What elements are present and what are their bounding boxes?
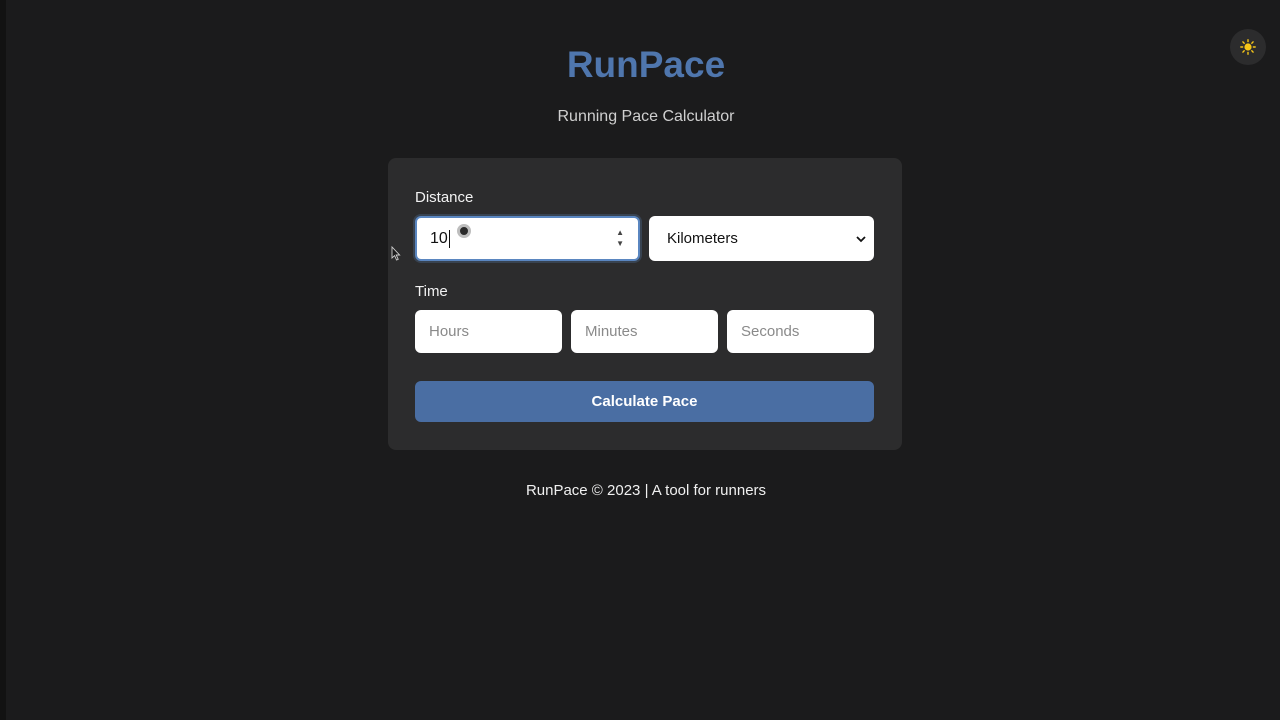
- spinner-up-icon[interactable]: ▲: [616, 229, 624, 237]
- app-subtitle: Running Pace Calculator: [557, 108, 735, 125]
- distance-value: 10: [430, 229, 448, 247]
- spinner-down-icon[interactable]: ▼: [616, 240, 624, 248]
- time-label: Time: [415, 283, 448, 300]
- calculator-card: Distance 10 ▲ ▼ Kilometers Time Hours Mi…: [388, 158, 902, 450]
- app-title: RunPace: [566, 44, 726, 85]
- number-spinner[interactable]: ▲ ▼: [616, 229, 624, 248]
- distance-unit-select[interactable]: Kilometers: [649, 216, 874, 261]
- distance-label: Distance: [415, 189, 474, 206]
- mouse-pointer-icon: [391, 246, 401, 261]
- minutes-input[interactable]: Minutes: [571, 310, 718, 353]
- distance-unit-value: Kilometers: [667, 230, 738, 247]
- app-window: RunPace Running Pace Calculator Distance…: [0, 0, 1280, 720]
- click-indicator: [457, 224, 471, 238]
- distance-input[interactable]: 10 ▲ ▼: [415, 216, 640, 261]
- seconds-input[interactable]: Seconds: [727, 310, 874, 353]
- calculate-pace-button[interactable]: Calculate Pace: [415, 381, 874, 422]
- text-caret: [448, 229, 450, 248]
- chevron-down-icon: [856, 232, 866, 246]
- hours-input[interactable]: Hours: [415, 310, 562, 353]
- footer-text: RunPace © 2023 | A tool for runners: [525, 482, 767, 499]
